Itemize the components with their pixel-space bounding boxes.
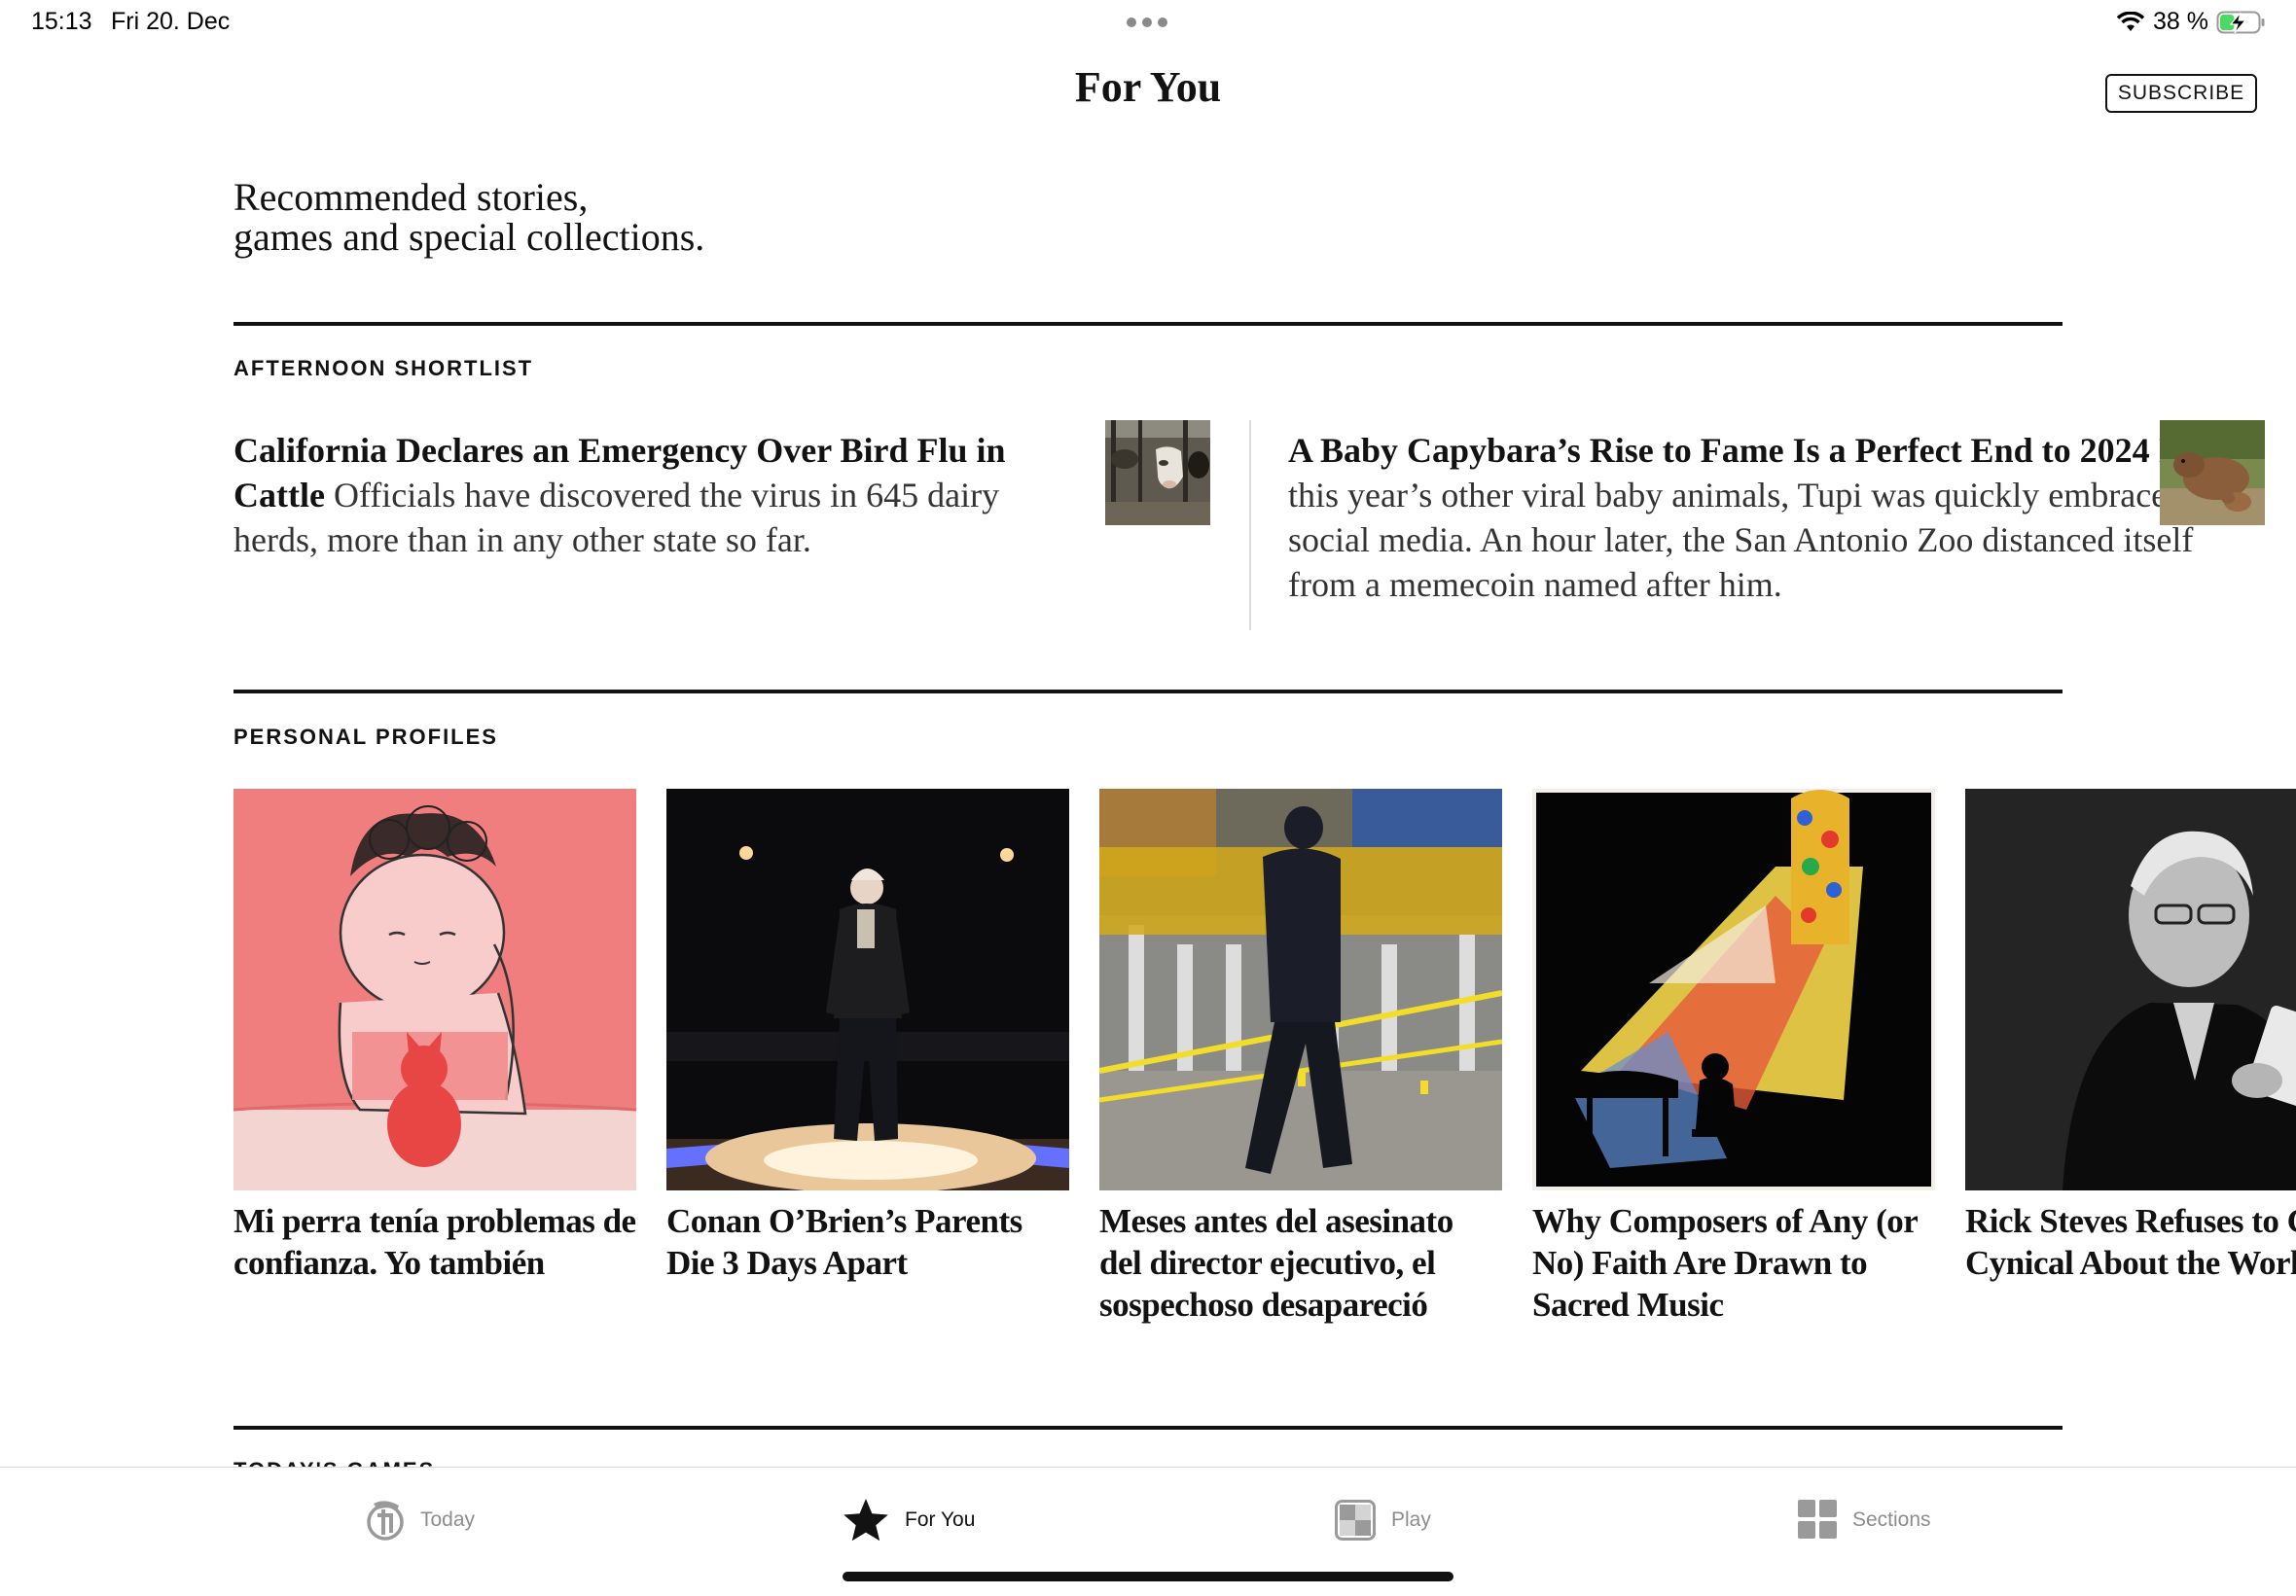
status-time: 15:13 <box>31 8 92 35</box>
card-image[interactable] <box>1532 789 1935 1190</box>
card-title[interactable]: Mi perra tenía problemas de confianza. Y… <box>233 1200 636 1284</box>
section-label-afternoon-shortlist: AFTERNOON SHORTLIST <box>233 356 534 380</box>
section-label-personal-profiles: PERSONAL PROFILES <box>233 725 498 749</box>
card-image[interactable] <box>1965 789 2296 1190</box>
profile-card[interactable]: Conan O’Brien’s Parents Die 3 Days Apart <box>666 789 1069 1284</box>
page-title: For You <box>1074 63 1222 111</box>
tab-play[interactable]: Play <box>1335 1494 1431 1546</box>
multitasking-dots[interactable] <box>1127 18 1167 27</box>
card-title[interactable]: Rick Steves Refuses to Get Cynical About… <box>1965 1200 2296 1284</box>
intro-line-2: games and special collections. <box>233 215 705 259</box>
story-headline[interactable]: A Baby Capybara’s Rise to Fame Is a Perf… <box>1288 431 2150 470</box>
tab-label: Today <box>420 1508 476 1531</box>
tab-for-you[interactable]: For You <box>843 1494 975 1546</box>
status-date: Fri 20. Dec <box>111 8 231 35</box>
story-divider <box>1249 420 1251 630</box>
profile-card[interactable]: Mi perra tenía problemas de confianza. Y… <box>233 789 636 1284</box>
nyt-logo-icon <box>367 1501 404 1541</box>
card-title[interactable]: Conan O’Brien’s Parents Die 3 Days Apart <box>666 1200 1069 1284</box>
tab-label: For You <box>905 1508 976 1531</box>
sections-grid-icon <box>1798 1500 1837 1539</box>
battery-charging-icon <box>2216 11 2265 33</box>
tab-label: Sections <box>1852 1508 1931 1531</box>
wifi-icon <box>2116 11 2145 31</box>
section-divider <box>233 690 2063 693</box>
card-title[interactable]: Why Composers of Any (or No) Faith Are D… <box>1532 1200 1935 1326</box>
status-indicators: 38 % <box>2116 8 2267 36</box>
shortlist-story[interactable]: A Baby Capybara’s Rise to Fame Is a Perf… <box>1288 428 2242 607</box>
tab-label: Play <box>1391 1508 1431 1531</box>
play-grid-icon <box>1335 1500 1376 1541</box>
battery-percentage: 38 % <box>2153 8 2208 35</box>
section-divider <box>233 1426 2063 1430</box>
intro-text: Recommended stories, games and special c… <box>233 177 704 257</box>
story-summary: Officials have discovered the virus in 6… <box>233 476 1000 559</box>
card-image[interactable] <box>666 789 1069 1190</box>
section-divider <box>233 322 2063 326</box>
profile-card[interactable]: Rick Steves Refuses to Get Cynical About… <box>1965 789 2296 1284</box>
profile-card[interactable]: Meses antes del asesinato del director e… <box>1099 789 1502 1326</box>
card-title[interactable]: Meses antes del asesinato del director e… <box>1099 1200 1502 1326</box>
tab-sections[interactable]: Sections <box>1798 1494 1931 1546</box>
card-image[interactable] <box>233 789 636 1190</box>
story-thumbnail-cows[interactable] <box>1105 420 1210 525</box>
profile-card[interactable]: Why Composers of Any (or No) Faith Are D… <box>1532 789 1935 1326</box>
story-thumbnail-capybara[interactable] <box>2160 420 2265 525</box>
tab-today[interactable]: Today <box>366 1494 475 1546</box>
home-indicator[interactable] <box>843 1572 1453 1581</box>
shortlist-story[interactable]: California Declares an Emergency Over Bi… <box>233 428 1051 562</box>
star-icon <box>843 1499 888 1542</box>
card-image[interactable] <box>1099 789 1502 1190</box>
intro-line-1: Recommended stories, <box>233 175 589 219</box>
subscribe-button[interactable]: SUBSCRIBE <box>2105 74 2257 113</box>
